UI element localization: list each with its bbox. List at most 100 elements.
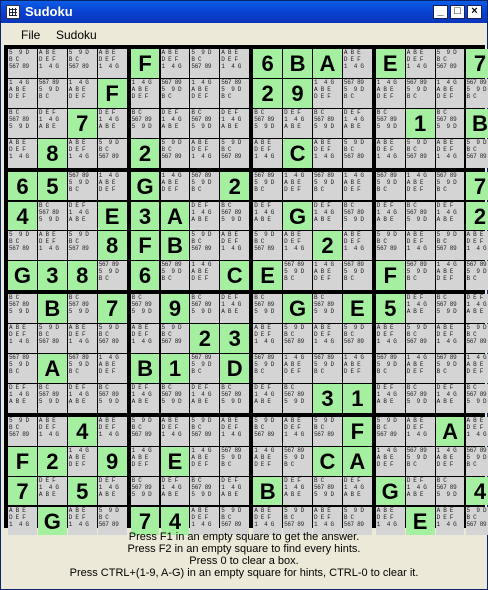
- sudoku-cell[interactable]: A B E D E F 1 4 G: [253, 324, 283, 353]
- sudoku-cell[interactable]: 9: [97, 446, 127, 476]
- sudoku-cell[interactable]: 4: [67, 416, 97, 446]
- sudoku-cell[interactable]: B C 567 89 5 9 D: [435, 294, 465, 324]
- sudoku-cell[interactable]: E: [342, 294, 372, 324]
- sudoku-cell[interactable]: 1 4 G A B E D E F: [342, 354, 372, 383]
- sudoku-cell[interactable]: 1 4 G A B E D E F: [283, 171, 312, 201]
- sudoku-cell[interactable]: 567 89 5 9 D B C: [190, 354, 220, 383]
- sudoku-cell[interactable]: 5 9 D B C 567 89: [342, 138, 372, 168]
- sudoku-cell[interactable]: 5 9 D B C 567 89: [67, 49, 97, 78]
- sudoku-cell[interactable]: 3: [37, 261, 67, 291]
- sudoku-cell[interactable]: D E F 1 4 G A B E: [253, 201, 283, 231]
- sudoku-cell[interactable]: 567 89 5 9 D B C: [375, 354, 405, 383]
- close-button[interactable]: ×: [467, 5, 482, 19]
- sudoku-cell[interactable]: 567 89 5 9 D B C: [283, 446, 312, 476]
- sudoku-cell[interactable]: 6: [8, 171, 37, 201]
- sudoku-cell[interactable]: B C 567 89 5 9 D: [97, 383, 127, 413]
- sudoku-cell[interactable]: 567 89 5 9 D B C: [435, 354, 465, 383]
- sudoku-cell[interactable]: 1 4 G A B E D E F: [67, 78, 97, 108]
- sudoku-cell[interactable]: 5 9 D B C 567 89: [253, 231, 283, 261]
- sudoku-cell[interactable]: 567 89 5 9 D B C: [342, 261, 372, 291]
- sudoku-cell[interactable]: D E F 1 4 G A B E: [375, 201, 405, 231]
- sudoku-cell[interactable]: 2: [37, 446, 67, 476]
- sudoku-cell[interactable]: 567 89 5 9 D B C: [405, 78, 435, 108]
- sudoku-cell[interactable]: 567 89 5 9 D B C: [67, 354, 97, 383]
- sudoku-cell[interactable]: F: [130, 49, 160, 78]
- sudoku-cell[interactable]: A: [435, 416, 465, 446]
- sudoku-cell[interactable]: 1 4 G A B E D E F: [435, 261, 465, 291]
- sudoku-cell[interactable]: 567 89 5 9 D B C: [283, 261, 312, 291]
- sudoku-cell[interactable]: D E F 1 4 G A B E: [67, 201, 97, 231]
- sudoku-cell[interactable]: D E F 1 4 G A B E: [8, 383, 37, 413]
- menu-file[interactable]: File: [21, 28, 40, 42]
- sudoku-cell[interactable]: A: [342, 446, 372, 476]
- sudoku-cell[interactable]: B: [253, 476, 283, 506]
- sudoku-cell[interactable]: 8: [67, 261, 97, 291]
- sudoku-cell[interactable]: B: [130, 354, 160, 383]
- menu-sudoku[interactable]: Sudoku: [56, 28, 97, 42]
- sudoku-cell[interactable]: 2: [190, 324, 220, 353]
- sudoku-cell[interactable]: A B E D E F 1 4 G: [8, 138, 37, 168]
- sudoku-cell[interactable]: 5 9 D B C 567 89: [220, 138, 250, 168]
- sudoku-cell[interactable]: B: [465, 108, 488, 138]
- sudoku-cell[interactable]: 5 9 D B C 567 89: [190, 416, 220, 446]
- sudoku-cell[interactable]: D E F 1 4 G A B E: [190, 201, 220, 231]
- sudoku-cell[interactable]: D E F 1 4 G A B E: [375, 383, 405, 413]
- sudoku-cell[interactable]: 5 9 D B C 567 89: [8, 49, 37, 78]
- sudoku-cell[interactable]: 1 4 G A B E D E F: [67, 446, 97, 476]
- sudoku-cell[interactable]: 9: [283, 78, 312, 108]
- sudoku-cell[interactable]: 2: [130, 138, 160, 168]
- sudoku-cell[interactable]: 1: [405, 108, 435, 138]
- sudoku-cell[interactable]: 5 9 D B C 567 89: [160, 138, 190, 168]
- sudoku-cell[interactable]: 8: [97, 231, 127, 261]
- sudoku-cell[interactable]: 1 4 G A B E D E F: [405, 171, 435, 201]
- sudoku-cell[interactable]: A: [160, 201, 190, 231]
- sudoku-cell[interactable]: B C 567 89 5 9 D: [283, 383, 312, 413]
- sudoku-cell[interactable]: 567 89 5 9 D B C: [160, 261, 190, 291]
- sudoku-cell[interactable]: C: [220, 261, 250, 291]
- sudoku-cell[interactable]: 5 9 D B C 567 89: [8, 231, 37, 261]
- sudoku-cell[interactable]: A B E D E F 1 4 G: [97, 416, 127, 446]
- sudoku-cell[interactable]: A B E D E F 1 4 G: [405, 49, 435, 78]
- sudoku-cell[interactable]: B C 567 89 5 9 D: [313, 294, 342, 324]
- sudoku-cell[interactable]: 1 4 G A B E D E F: [190, 261, 220, 291]
- sudoku-cell[interactable]: A B E D E F 1 4 G: [253, 138, 283, 168]
- sudoku-cell[interactable]: A B E D E F 1 4 G: [160, 49, 190, 78]
- sudoku-cell[interactable]: D E F 1 4 G A B E: [37, 476, 67, 506]
- sudoku-cell[interactable]: 5 9 D B C 567 89: [465, 324, 488, 353]
- sudoku-cell[interactable]: 7: [97, 294, 127, 324]
- sudoku-cell[interactable]: G: [8, 261, 37, 291]
- sudoku-cell[interactable]: B C 567 89 5 9 D: [253, 294, 283, 324]
- sudoku-cell[interactable]: B C 567 89 5 9 D: [160, 383, 190, 413]
- sudoku-cell[interactable]: 5 9 D B C 567 89: [8, 416, 37, 446]
- sudoku-cell[interactable]: 5 9 D B C 567 89: [435, 49, 465, 78]
- sudoku-cell[interactable]: 9: [160, 294, 190, 324]
- sudoku-cell[interactable]: B C 567 89 5 9 D: [130, 108, 160, 138]
- sudoku-cell[interactable]: 5 9 D B C 567 89: [190, 49, 220, 78]
- sudoku-cell[interactable]: D E F 1 4 G A B E: [405, 294, 435, 324]
- sudoku-cell[interactable]: 1 4 G A B E D E F: [97, 354, 127, 383]
- sudoku-cell[interactable]: 567 89 5 9 D B C: [342, 78, 372, 108]
- sudoku-cell[interactable]: D E F 1 4 G A B E: [220, 108, 250, 138]
- sudoku-cell[interactable]: 1 4 G A B E D E F: [130, 446, 160, 476]
- sudoku-cell[interactable]: 5 9 D B C 567 89: [160, 324, 190, 353]
- sudoku-cell[interactable]: D E F 1 4 G A B E: [342, 108, 372, 138]
- sudoku-cell[interactable]: 5 9 D B C 567 89: [405, 324, 435, 353]
- sudoku-cell[interactable]: 567 89 5 9 D B C: [160, 78, 190, 108]
- sudoku-cell[interactable]: B C 567 89 5 9 D: [342, 201, 372, 231]
- sudoku-cell[interactable]: B C 567 89 5 9 D: [190, 476, 220, 506]
- sudoku-cell[interactable]: 567 89 5 9 D B C: [220, 78, 250, 108]
- sudoku-cell[interactable]: G: [283, 294, 312, 324]
- sudoku-cell[interactable]: 7: [465, 49, 488, 78]
- sudoku-cell[interactable]: D E F 1 4 G A B E: [465, 294, 488, 324]
- sudoku-cell[interactable]: A B E D E F 1 4 G: [313, 324, 342, 353]
- sudoku-cell[interactable]: B C 567 89 5 9 D: [375, 108, 405, 138]
- sudoku-cell[interactable]: D E F 1 4 G A B E: [160, 476, 190, 506]
- sudoku-cell[interactable]: B C 567 89 5 9 D: [405, 383, 435, 413]
- sudoku-cell[interactable]: 2: [465, 201, 488, 231]
- sudoku-cell[interactable]: 3: [313, 383, 342, 413]
- sudoku-cell[interactable]: D E F 1 4 G A B E: [405, 476, 435, 506]
- sudoku-cell[interactable]: 5 9 D B C 567 89: [405, 138, 435, 168]
- sudoku-cell[interactable]: B C 567 89 5 9 D: [220, 383, 250, 413]
- sudoku-cell[interactable]: A B E D E F 1 4 G: [405, 416, 435, 446]
- sudoku-cell[interactable]: A B E D E F 1 4 G: [283, 231, 312, 261]
